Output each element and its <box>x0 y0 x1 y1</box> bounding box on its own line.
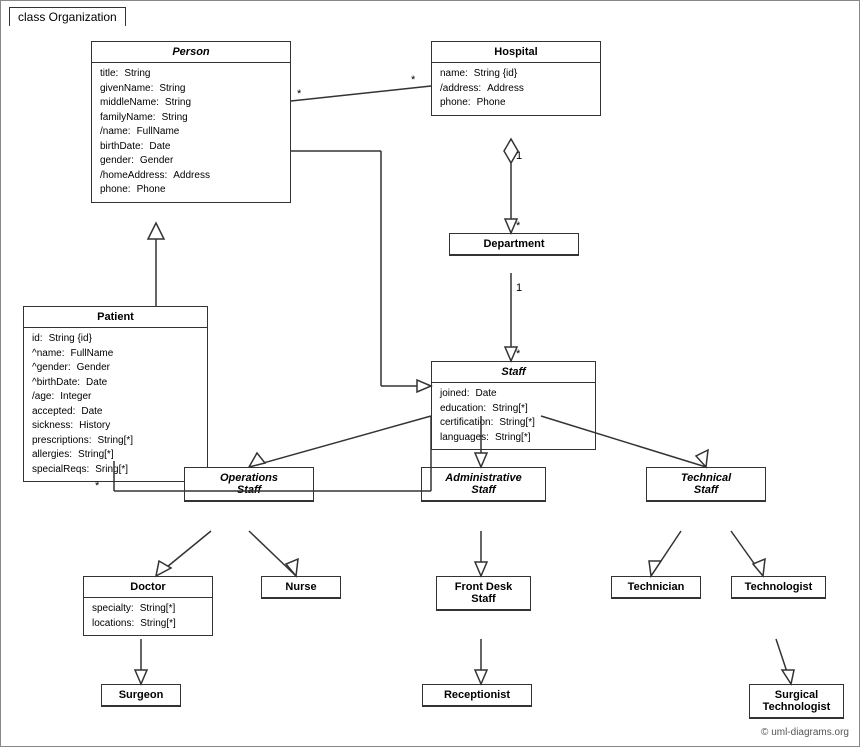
hospital-class: Hospital name:String {id} /address:Addre… <box>431 41 601 116</box>
patient-class: Patient id:String {id} ^name:FullName ^g… <box>23 306 208 482</box>
nurse-class: Nurse <box>261 576 341 599</box>
staff-title: Staff <box>432 362 595 383</box>
front-desk-title: Front DeskStaff <box>437 577 530 610</box>
person-attrs: title:String givenName:String middleName… <box>92 63 290 202</box>
surgeon-class: Surgeon <box>101 684 181 707</box>
svg-text:*: * <box>516 348 521 360</box>
doctor-title: Doctor <box>84 577 212 598</box>
department-title: Department <box>450 234 578 255</box>
svg-text:1: 1 <box>516 282 522 294</box>
svg-text:*: * <box>297 88 302 100</box>
copyright: © uml-diagrams.org <box>761 727 849 738</box>
technologist-title: Technologist <box>732 577 825 598</box>
staff-attrs: joined:Date education:String[*] certific… <box>432 383 595 449</box>
nurse-title: Nurse <box>262 577 340 598</box>
operations-staff-class: OperationsStaff <box>184 467 314 502</box>
person-title: Person <box>92 42 290 63</box>
person-class: Person title:String givenName:String mid… <box>91 41 291 203</box>
patient-title: Patient <box>24 307 207 328</box>
receptionist-class: Receptionist <box>422 684 532 707</box>
svg-text:*: * <box>411 74 416 86</box>
surgeon-title: Surgeon <box>102 685 180 706</box>
diagram-title: class Organization <box>9 7 126 26</box>
staff-class: Staff joined:Date education:String[*] ce… <box>431 361 596 450</box>
technical-staff-class: TechnicalStaff <box>646 467 766 502</box>
department-class: Department <box>449 233 579 256</box>
operations-staff-title: OperationsStaff <box>185 468 313 501</box>
technical-staff-title: TechnicalStaff <box>647 468 765 501</box>
doctor-class: Doctor specialty:String[*] locations:Str… <box>83 576 213 636</box>
technologist-class: Technologist <box>731 576 826 599</box>
svg-text:1: 1 <box>516 150 522 162</box>
surgical-technologist-title: SurgicalTechnologist <box>750 685 843 718</box>
technician-class: Technician <box>611 576 701 599</box>
doctor-attrs: specialty:String[*] locations:String[*] <box>84 598 212 635</box>
admin-staff-class: AdministrativeStaff <box>421 467 546 502</box>
diagram-container: class Organization * * 1 * 1 * <box>0 0 860 747</box>
surgical-technologist-class: SurgicalTechnologist <box>749 684 844 719</box>
hospital-title: Hospital <box>432 42 600 63</box>
hospital-attrs: name:String {id} /address:Address phone:… <box>432 63 600 115</box>
technician-title: Technician <box>612 577 700 598</box>
receptionist-title: Receptionist <box>423 685 531 706</box>
patient-attrs: id:String {id} ^name:FullName ^gender:Ge… <box>24 328 207 481</box>
front-desk-staff-class: Front DeskStaff <box>436 576 531 611</box>
svg-text:*: * <box>516 220 521 232</box>
admin-staff-title: AdministrativeStaff <box>422 468 545 501</box>
